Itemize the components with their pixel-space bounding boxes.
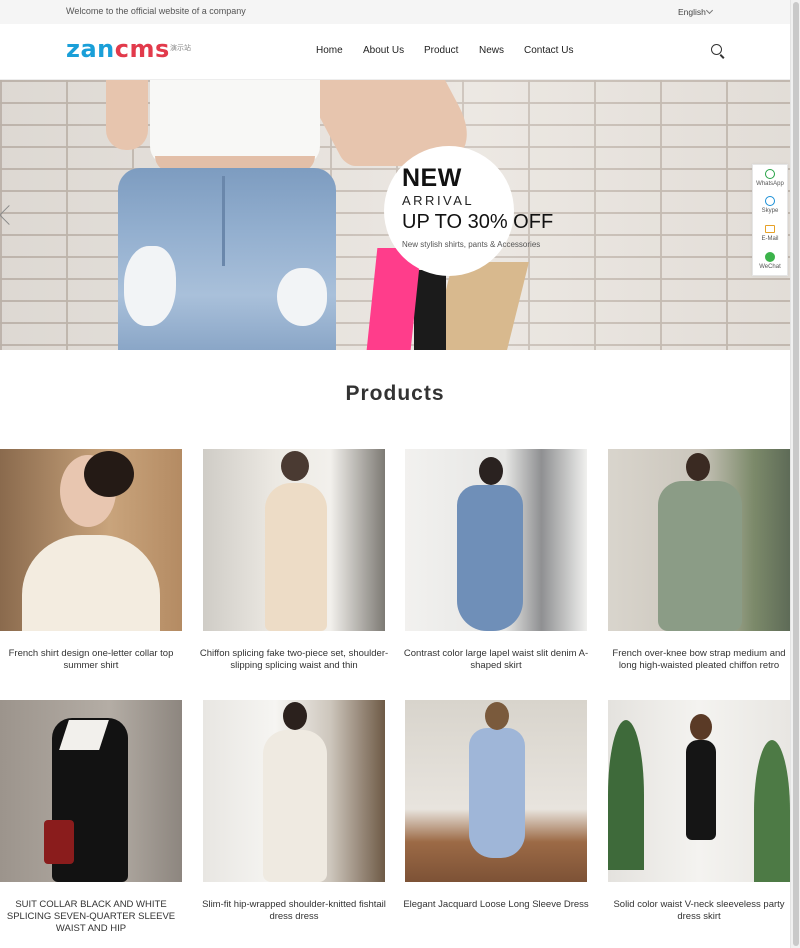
contact-label: WeChat [759, 264, 781, 270]
wechat-icon [765, 252, 775, 262]
figure-shape [658, 481, 742, 631]
product-name[interactable]: Elegant Jacquard Loose Long Sleeve Dress [401, 899, 591, 911]
product-image[interactable] [0, 700, 182, 882]
product-image[interactable] [405, 700, 587, 882]
contact-whatsapp[interactable]: WhatsApp [753, 165, 787, 192]
product-image[interactable] [405, 449, 587, 631]
scrollbar-thumb[interactable] [793, 2, 799, 946]
banner-tagline: New stylish shirts, pants & Accessories [402, 240, 541, 249]
nav-home[interactable]: Home [316, 45, 343, 56]
figure-shape [690, 714, 712, 740]
figure-shape [469, 728, 525, 858]
product-name[interactable]: SUIT COLLAR BLACK AND WHITE SPLICING SEV… [0, 899, 186, 935]
skype-icon [765, 196, 775, 206]
floating-contact-bar: WhatsApp Skype E-Mail WeChat [752, 164, 788, 276]
email-icon [765, 225, 775, 233]
jeans-rip [124, 246, 176, 326]
contact-skype[interactable]: Skype [753, 192, 787, 219]
product-name[interactable]: Chiffon splicing fake two-piece set, sho… [199, 648, 389, 672]
language-selector[interactable]: English [678, 7, 706, 17]
contact-email[interactable]: E-Mail [753, 220, 787, 247]
logo-text-secondary: cms [114, 35, 170, 63]
nav-news[interactable]: News [479, 45, 504, 56]
search-icon[interactable] [711, 44, 722, 55]
nav-contact-us[interactable]: Contact Us [524, 45, 573, 56]
products-section-title: Products [345, 382, 445, 405]
product-name[interactable]: French over-knee bow strap medium and lo… [604, 648, 794, 672]
contact-wechat[interactable]: WeChat [753, 248, 787, 275]
logo[interactable]: zancms [66, 35, 170, 63]
chevron-down-icon[interactable] [705, 6, 714, 15]
top-bar: Welcome to the official website of a com… [0, 0, 790, 24]
figure-shape [485, 702, 509, 730]
plant-shape [608, 720, 644, 870]
figure-shape [457, 485, 523, 631]
whatsapp-icon [765, 169, 775, 179]
site-header: zancms 演示站 Home About Us Product News Co… [0, 24, 790, 80]
figure-shape [686, 453, 710, 481]
contact-label: WhatsApp [756, 181, 784, 187]
figure-shape [22, 535, 160, 631]
logo-text-primary: zan [66, 35, 115, 63]
product-image[interactable] [0, 449, 182, 631]
figure-shape [84, 451, 134, 497]
product-image[interactable] [203, 449, 385, 631]
figure-shape [479, 457, 503, 485]
hero-banner[interactable]: NEW ARRIVAL UP TO 30% OFF New stylish sh… [0, 80, 790, 350]
nav-product[interactable]: Product [424, 45, 458, 56]
figure-shape [263, 730, 327, 882]
product-image[interactable] [608, 700, 790, 882]
figure-shape [283, 702, 307, 730]
product-name[interactable]: Solid color waist V-neck sleeveless part… [604, 899, 794, 923]
banner-headline: NEW [402, 164, 462, 192]
product-image[interactable] [608, 449, 790, 631]
plant-shape [754, 740, 790, 882]
product-name[interactable]: Contrast color large lapel waist slit de… [401, 648, 591, 672]
figure-shape [686, 740, 716, 840]
contact-label: Skype [761, 208, 779, 214]
model-arm [106, 80, 148, 150]
banner-offer: UP TO 30% OFF [402, 211, 554, 233]
jeans-rip [277, 268, 327, 326]
figure-shape [265, 483, 327, 631]
product-image[interactable] [203, 700, 385, 882]
logo-subtitle: 演示站 [170, 45, 191, 52]
product-name[interactable]: Slim-fit hip-wrapped shoulder-knitted fi… [199, 899, 389, 923]
figure-shape [44, 820, 74, 864]
nav-about-us[interactable]: About Us [363, 45, 404, 56]
model-shirt [150, 80, 320, 166]
contact-label: E-Mail [761, 236, 779, 242]
welcome-text: Welcome to the official website of a com… [66, 6, 246, 16]
page-scrollbar[interactable] [790, 0, 800, 948]
shopping-bag [414, 270, 446, 350]
figure-shape [281, 451, 309, 481]
product-name[interactable]: French shirt design one-letter collar to… [0, 648, 186, 672]
banner-subheadline: ARRIVAL [402, 193, 475, 208]
